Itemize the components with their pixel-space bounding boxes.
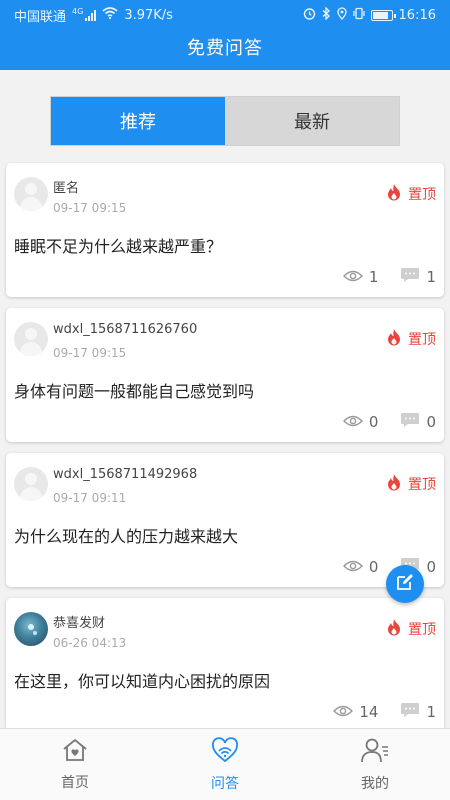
flame-icon	[386, 473, 402, 495]
username: wdxl_1568711626760	[53, 322, 198, 337]
post-date: 09-17 09:11	[53, 491, 127, 505]
comment-icon	[400, 702, 420, 722]
post-stats: 1 1	[342, 267, 436, 287]
carrier-name: 中国联通	[14, 9, 67, 25]
avatar	[14, 467, 48, 501]
view-count: 0	[342, 558, 379, 576]
flame-icon	[386, 328, 402, 350]
view-count: 0	[342, 413, 379, 431]
eye-icon	[333, 703, 354, 721]
view-count-value: 1	[368, 268, 379, 286]
edit-icon	[395, 572, 415, 596]
home-icon	[62, 738, 88, 766]
pinned-badge: 置顶	[386, 328, 436, 350]
pin-label: 置顶	[408, 622, 436, 638]
network-type: 4G	[72, 6, 84, 16]
status-left: 中国联通 4G 3.97K/s	[14, 6, 173, 25]
status-time: 16:16	[398, 7, 436, 23]
comment-count-value: 1	[426, 703, 436, 721]
network-speed: 3.97K/s	[124, 7, 173, 23]
comment-count: 1	[400, 267, 436, 287]
comment-count-value: 1	[426, 268, 436, 286]
username: 匿名	[53, 181, 80, 196]
eye-icon	[342, 413, 363, 431]
page-title: 免费问答	[187, 38, 263, 59]
view-count: 14	[333, 703, 378, 721]
battery-icon	[370, 9, 396, 21]
ask-question-button[interactable]	[386, 565, 424, 603]
flame-icon	[386, 618, 402, 640]
qa-icon	[211, 736, 239, 767]
bottom-tab-bar: 首页 问答 我的	[0, 728, 450, 800]
tab-latest[interactable]: 最新	[225, 97, 399, 145]
flame-icon	[386, 183, 402, 205]
vibrate-icon	[352, 7, 365, 24]
location-icon	[336, 6, 347, 24]
question-text: 身体有问题一般都能自己感觉到吗	[14, 382, 255, 401]
segment-control: 推荐 最新	[50, 96, 400, 146]
wifi-icon	[102, 7, 118, 23]
post-stats: 14 1	[333, 702, 436, 722]
status-right: 16:16	[303, 5, 436, 24]
pinned-badge: 置顶	[386, 183, 436, 205]
question-card[interactable]: wdxl_1568711626760 09-17 09:15 置顶 身体有问题一…	[6, 308, 444, 442]
tab-home[interactable]: 首页	[0, 729, 150, 800]
username: wdxl_1568711492968	[53, 467, 198, 482]
pinned-badge: 置顶	[386, 618, 436, 640]
question-text: 睡眠不足为什么越来越严重？	[14, 237, 223, 256]
pin-label: 置顶	[408, 187, 436, 203]
top-bar: 中国联通 4G 3.97K/s 16:16 免费问答	[0, 0, 450, 70]
question-card[interactable]: 匿名 09-17 09:15 置顶 睡眠不足为什么越来越严重？ 1 1	[6, 163, 444, 297]
tab-home-label: 首页	[61, 774, 89, 791]
comment-icon	[400, 412, 420, 432]
avatar	[14, 177, 48, 211]
comment-count: 0	[400, 412, 436, 432]
question-text: 为什么现在的人的压力越来越大	[14, 527, 239, 546]
alarm-icon	[303, 7, 316, 24]
avatar	[14, 612, 48, 646]
status-bar: 中国联通 4G 3.97K/s 16:16	[0, 0, 450, 30]
tab-mine[interactable]: 我的	[300, 729, 450, 800]
comment-count-value: 0	[426, 413, 436, 431]
view-count-value: 14	[359, 703, 379, 721]
comment-icon	[400, 267, 420, 287]
post-date: 09-17 09:15	[53, 201, 127, 215]
view-count-value: 0	[368, 558, 379, 576]
eye-icon	[342, 268, 363, 286]
pin-label: 置顶	[408, 477, 436, 493]
post-date: 09-17 09:15	[53, 346, 127, 360]
comment-count-value: 0	[426, 558, 436, 576]
bluetooth-icon	[322, 5, 331, 24]
pin-label: 置顶	[408, 332, 436, 348]
signal-icon	[85, 9, 97, 21]
tab-recommend[interactable]: 推荐	[51, 97, 225, 145]
post-date: 06-26 04:13	[53, 636, 127, 650]
profile-icon	[360, 737, 390, 767]
view-count-value: 0	[368, 413, 379, 431]
pinned-badge: 置顶	[386, 473, 436, 495]
post-stats: 0 0	[342, 412, 436, 432]
comment-count: 1	[400, 702, 436, 722]
view-count: 1	[342, 268, 379, 286]
username: 恭喜发财	[53, 616, 106, 631]
tab-qa-label: 问答	[211, 775, 239, 792]
eye-icon	[342, 558, 363, 576]
question-card[interactable]: 恭喜发财 06-26 04:13 置顶 在这里，你可以知道内心困扰的原因 14 …	[6, 598, 444, 732]
avatar	[14, 322, 48, 356]
tab-mine-label: 我的	[361, 775, 389, 792]
tab-qa[interactable]: 问答	[150, 729, 300, 800]
question-card[interactable]: wdxl_1568711492968 09-17 09:11 置顶 为什么现在的…	[6, 453, 444, 587]
question-text: 在这里，你可以知道内心困扰的原因	[14, 672, 271, 691]
